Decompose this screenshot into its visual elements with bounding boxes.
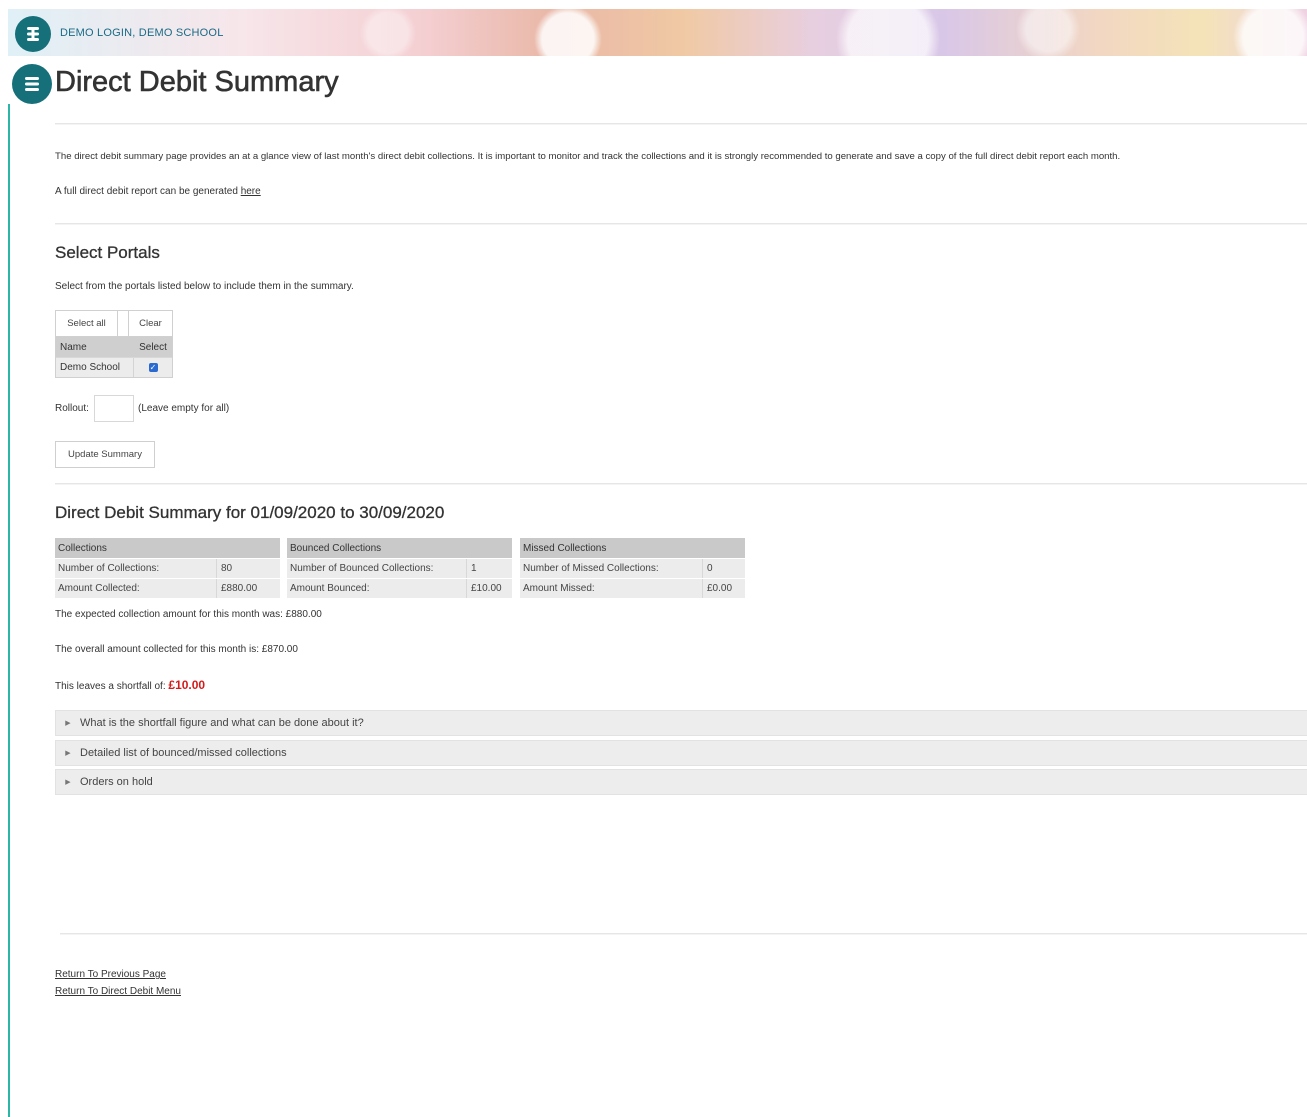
divider (55, 123, 1307, 125)
page-title: Direct Debit Summary (55, 66, 339, 99)
shortfall-value: £10.00 (168, 678, 206, 692)
accordion-label: Detailed list of bounced/missed collecti… (80, 747, 287, 759)
missed-table: Missed Collections Number of Missed Coll… (520, 538, 745, 598)
table-row: Amount Bounced: £10.00 (287, 578, 512, 598)
portal-name: Demo School (56, 358, 134, 377)
divider (55, 483, 1307, 485)
accordion-bounced-missed-list[interactable]: ▶ Detailed list of bounced/missed collec… (55, 740, 1307, 766)
collections-header: Collections (55, 538, 280, 558)
bounced-table: Bounced Collections Number of Bounced Co… (287, 538, 512, 598)
missed-count-label: Number of Missed Collections: (520, 559, 703, 578)
column-header-name: Name (60, 341, 87, 353)
portal-select-cell: ✓ (134, 358, 172, 377)
brand-logo-icon[interactable] (15, 16, 51, 52)
return-previous-link[interactable]: Return To Previous Page (55, 969, 166, 980)
return-direct-debit-menu-link[interactable]: Return To Direct Debit Menu (55, 986, 181, 997)
report-prefix: A full direct debit report can be genera… (55, 186, 241, 197)
portal-select-table: Select all Clear Name Select Demo School… (55, 310, 173, 378)
select-portals-heading: Select Portals (55, 243, 160, 262)
bounced-count-value: 1 (471, 563, 477, 574)
table-row: Number of Bounced Collections: 1 (287, 558, 512, 578)
amount-missed-label: Amount Missed: (520, 579, 703, 598)
intro-description: The direct debit summary page provides a… (55, 151, 1121, 162)
caret-right-icon: ▶ (65, 720, 71, 727)
amount-collected-value: £880.00 (221, 583, 258, 594)
collections-table: Collections Number of Collections: 80 Am… (55, 538, 280, 598)
divider (60, 933, 1307, 935)
missed-count-value: 0 (707, 563, 713, 574)
report-line: A full direct debit report can be genera… (55, 186, 261, 197)
caret-right-icon: ▶ (65, 779, 71, 786)
accordion-shortfall-info[interactable]: ▶ What is the shortfall figure and what … (55, 710, 1307, 736)
portal-table-header: Name Select (56, 337, 172, 357)
table-row: Demo School ✓ (56, 357, 172, 377)
bounced-header: Bounced Collections (287, 538, 512, 558)
table-row: Number of Missed Collections: 0 (520, 558, 745, 578)
table-row: Amount Collected: £880.00 (55, 578, 280, 598)
title-logo-icon (12, 64, 52, 104)
amount-bounced-label: Amount Bounced: (287, 579, 467, 598)
shortfall-prefix: This leaves a shortfall of: (55, 681, 169, 692)
divider (55, 223, 1307, 225)
table-row: Number of Collections: 80 (55, 558, 280, 578)
amount-bounced-value: £10.00 (471, 583, 502, 594)
bounced-count-label: Number of Bounced Collections: (287, 559, 467, 578)
collections-count-label: Number of Collections: (55, 559, 217, 578)
report-here-link[interactable]: here (241, 186, 261, 197)
shortfall-line: This leaves a shortfall of: £10.00 (55, 678, 205, 692)
summary-heading: Direct Debit Summary for 01/09/2020 to 3… (55, 503, 445, 522)
caret-right-icon: ▶ (65, 750, 71, 757)
rollout-hint: (Leave empty for all) (138, 403, 230, 414)
missed-header: Missed Collections (520, 538, 745, 558)
collections-count-value: 80 (221, 563, 233, 574)
select-all-button[interactable]: Select all (56, 311, 118, 336)
accordion-orders-on-hold[interactable]: ▶ Orders on hold (55, 769, 1307, 795)
left-accent-rule (8, 104, 10, 1117)
amount-missed-value: £0.00 (707, 583, 733, 594)
clear-button[interactable]: Clear (128, 311, 172, 336)
accordion-label: What is the shortfall figure and what ca… (80, 717, 364, 729)
column-header-select: Select (139, 341, 167, 353)
rollout-input[interactable] (94, 395, 134, 422)
rollout-label: Rollout: (55, 403, 89, 414)
portal-checkbox[interactable]: ✓ (148, 363, 158, 372)
accordion-label: Orders on hold (80, 776, 153, 788)
overall-amount-text: The overall amount collected for this mo… (55, 644, 298, 655)
update-summary-button[interactable]: Update Summary (55, 441, 155, 468)
table-row: Amount Missed: £0.00 (520, 578, 745, 598)
expected-amount-text: The expected collection amount for this … (55, 609, 322, 620)
amount-collected-label: Amount Collected: (55, 579, 217, 598)
user-school-label: DEMO LOGIN, DEMO SCHOOL (60, 27, 224, 39)
portals-instructions: Select from the portals listed below to … (55, 281, 354, 292)
portal-actions: Select all Clear (56, 311, 172, 337)
